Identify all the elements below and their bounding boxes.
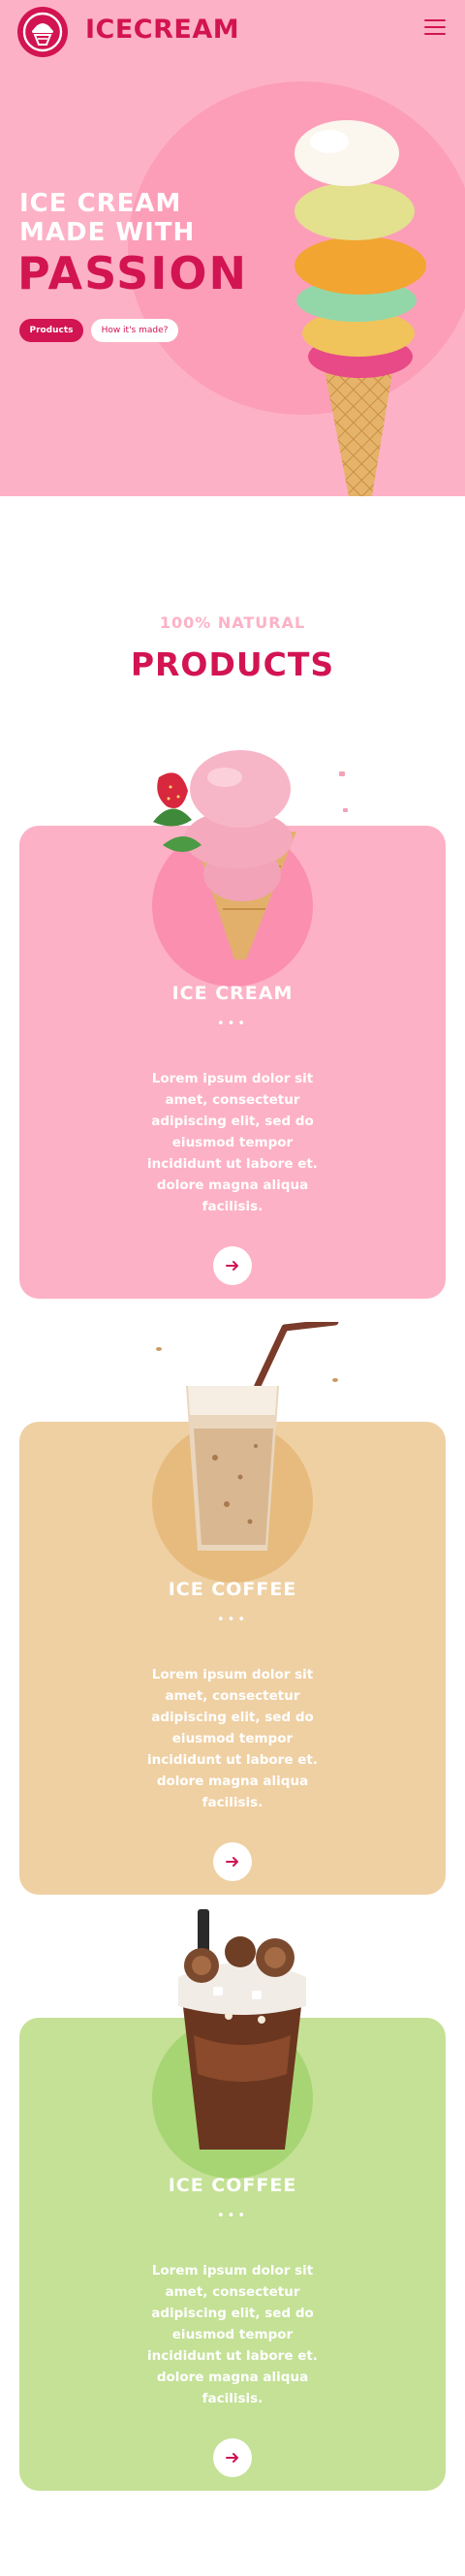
site-header: ICECREAM (0, 0, 465, 60)
arrow-right-icon (226, 1857, 238, 1867)
product-title: ICE CREAM (171, 983, 294, 1004)
brand-name[interactable]: ICECREAM (85, 14, 239, 47)
hamburger-menu-icon[interactable] (424, 19, 448, 39)
products-title: PRODUCTS (130, 645, 335, 683)
product-more-button[interactable] (213, 2438, 252, 2477)
product-description: Lorem ipsum dolor sit amet, consectetur … (147, 1667, 318, 1810)
product-more-button[interactable] (213, 1842, 252, 1881)
product-more-button[interactable] (213, 1246, 252, 1285)
hero-headline-accent: PASSION (17, 247, 249, 299)
product-title: ICE COFFEE (168, 2175, 297, 2196)
product-divider-dots: ••• (216, 2209, 248, 2223)
chocolate-milkshake-illustration (178, 1909, 306, 2150)
how-its-made-button[interactable]: How it's made? (91, 319, 178, 342)
arrow-right-icon (226, 1261, 238, 1271)
hero-headline-line-2: MADE WITH (19, 218, 196, 247)
strawberry-ice-cream-cone-illustration (153, 750, 348, 959)
iced-coffee-glass-illustration (156, 1322, 339, 1551)
product-divider-dots: ••• (216, 1613, 248, 1627)
hero-headline-line-1: ICE CREAM (19, 189, 182, 218)
product-description: Lorem ipsum dolor sit amet, consectetur … (147, 2263, 318, 2406)
products-button[interactable]: Products (19, 319, 83, 342)
hero-section: ICECREAM ICE CREAM MADE WITH PASSION Pro… (0, 0, 465, 496)
products-eyebrow: 100% NATURAL (159, 613, 306, 632)
ice-cream-cone-illustration (294, 120, 426, 496)
product-title: ICE COFFEE (168, 1579, 297, 1600)
product-divider-dots: ••• (216, 1017, 248, 1031)
ice-cream-logo-icon[interactable] (17, 7, 68, 57)
arrow-right-icon (226, 2453, 238, 2463)
product-description: Lorem ipsum dolor sit amet, consectetur … (147, 1071, 318, 1214)
